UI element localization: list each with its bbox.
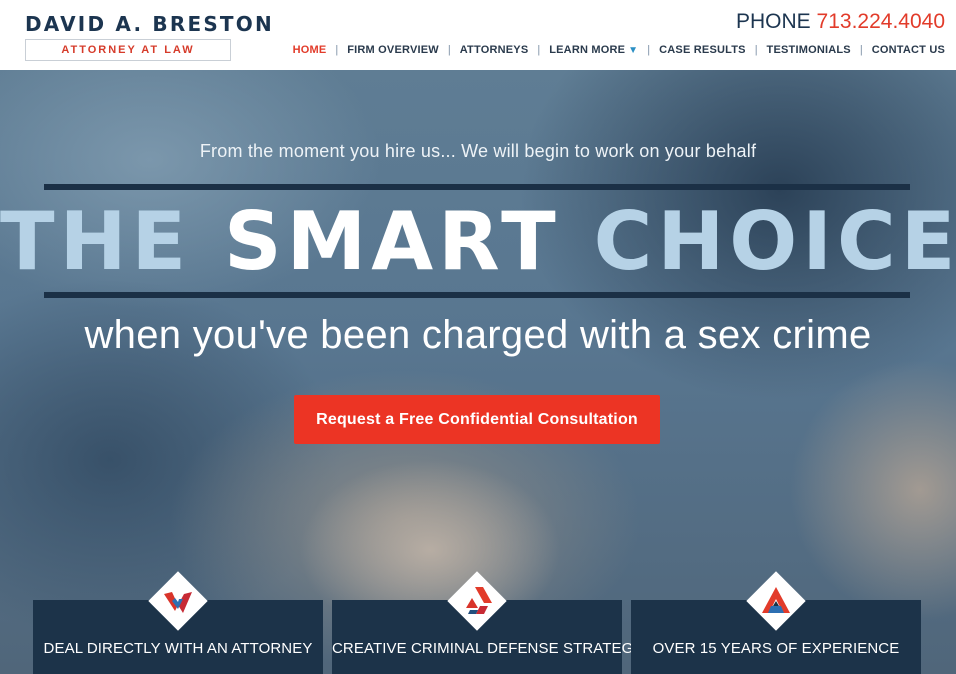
nav-firm-overview[interactable]: FIRM OVERVIEW bbox=[347, 44, 439, 56]
nav-case-results[interactable]: CASE RESULTS bbox=[659, 44, 746, 56]
phone-label: PHONE bbox=[736, 10, 811, 33]
headline-word-smart: SMART bbox=[224, 195, 561, 288]
nav-separator: | bbox=[647, 44, 651, 56]
phone-number[interactable]: 713.224.4040 bbox=[817, 10, 945, 33]
hero-background-blur bbox=[790, 360, 956, 620]
nav-separator: | bbox=[447, 44, 451, 56]
feature-label: CREATIVE CRIMINAL DEFENSE STRATEGIES bbox=[332, 640, 658, 657]
headline-word-choice: CHOICE bbox=[593, 195, 956, 288]
headline-word-the: THE bbox=[0, 195, 192, 288]
nav-testimonials[interactable]: TESTIMONIALS bbox=[767, 44, 851, 56]
site-header: DAVID A. BRESTON ATTORNEY AT LAW PHONE 7… bbox=[0, 0, 956, 70]
nav-home[interactable]: HOME bbox=[293, 44, 327, 56]
consultation-button[interactable]: Request a Free Confidential Consultation bbox=[294, 395, 660, 444]
hero-subhead: when you've been charged with a sex crim… bbox=[84, 313, 872, 357]
nav-separator: | bbox=[754, 44, 758, 56]
nav-separator: | bbox=[859, 44, 863, 56]
headline-rule-top bbox=[44, 184, 910, 190]
phone-contact[interactable]: PHONE 713.224.4040 bbox=[736, 9, 945, 35]
nav-learn-more[interactable]: LEARN MORE ▼ bbox=[549, 44, 638, 56]
nav-learn-more-label: LEARN MORE bbox=[549, 44, 626, 56]
headline-rule-bottom bbox=[44, 292, 910, 298]
nav-separator: | bbox=[335, 44, 339, 56]
caret-down-icon: ▼ bbox=[628, 45, 639, 56]
hero-tagline: From the moment you hire us... We will b… bbox=[199, 141, 757, 161]
logo-name: DAVID A. BRESTON bbox=[25, 12, 274, 36]
hero-headline: THE SMART CHOICE bbox=[0, 194, 956, 290]
logo-subtitle: ATTORNEY AT LAW bbox=[25, 39, 231, 61]
feature-label: OVER 15 YEARS OF EXPERIENCE bbox=[652, 640, 900, 657]
hero-section: From the moment you hire us... We will b… bbox=[0, 70, 956, 674]
nav-contact-us[interactable]: CONTACT US bbox=[872, 44, 945, 56]
strategy-diamond-icon bbox=[447, 571, 507, 631]
attorney-diamond-icon bbox=[148, 571, 208, 631]
main-nav: HOME | FIRM OVERVIEW | ATTORNEYS | LEARN… bbox=[293, 42, 945, 58]
experience-diamond-icon bbox=[746, 571, 806, 631]
site-logo[interactable]: DAVID A. BRESTON ATTORNEY AT LAW bbox=[25, 12, 274, 61]
nav-separator: | bbox=[537, 44, 541, 56]
nav-attorneys[interactable]: ATTORNEYS bbox=[460, 44, 529, 56]
feature-label: DEAL DIRECTLY WITH AN ATTORNEY bbox=[43, 640, 313, 657]
